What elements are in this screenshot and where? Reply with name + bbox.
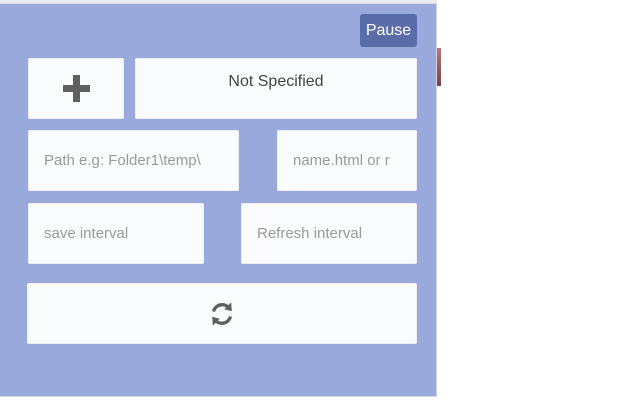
- plus-icon: [62, 75, 90, 102]
- save-interval-input[interactable]: [29, 204, 203, 263]
- filename-input[interactable]: [278, 131, 416, 190]
- add-folder-button[interactable]: [28, 58, 124, 119]
- sync-button[interactable]: [27, 283, 417, 344]
- path-input[interactable]: [29, 131, 238, 190]
- path-field-wrapper: [28, 130, 239, 191]
- sync-icon: [211, 301, 233, 326]
- extension-popup: Pause Not Specified: [0, 0, 437, 397]
- refresh-interval-input[interactable]: [242, 204, 416, 263]
- pause-button-label: Pause: [365, 21, 412, 39]
- pause-button[interactable]: Pause: [360, 14, 417, 47]
- folder-selector[interactable]: Not Specified: [135, 58, 417, 119]
- refresh-interval-field-wrapper: [241, 203, 417, 264]
- popup-top-edge: [0, 0, 437, 4]
- folder-selected-value: Not Specified: [228, 73, 324, 90]
- background-image-edge: [437, 48, 441, 86]
- save-interval-field-wrapper: [28, 203, 204, 264]
- filename-field-wrapper: [277, 130, 417, 191]
